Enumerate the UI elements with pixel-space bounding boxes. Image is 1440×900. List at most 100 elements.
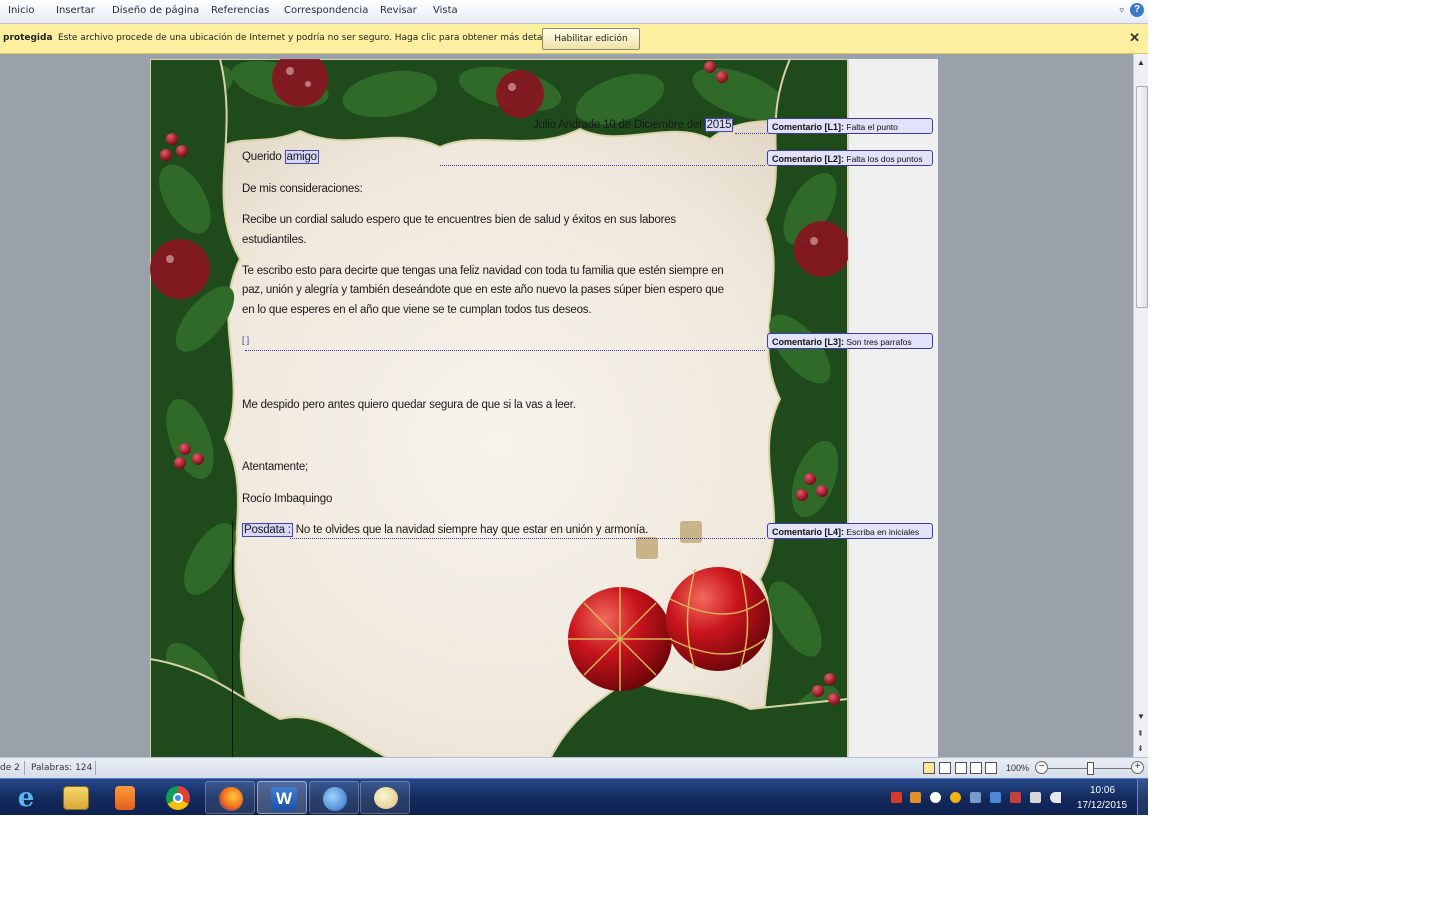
comment-label: Comentario [L4]: xyxy=(772,527,844,537)
tray-bluetooth-icon[interactable] xyxy=(990,792,1001,803)
scrollbar-thumb[interactable] xyxy=(1136,86,1148,308)
ribbon-tab-bar: Inicio Insertar Diseño de página Referen… xyxy=(0,0,1148,24)
internet-explorer-icon: e xyxy=(17,783,35,813)
comment-connector-4 xyxy=(290,538,765,539)
tab-inicio[interactable]: Inicio xyxy=(8,5,34,16)
tab-revisar[interactable]: Revisar xyxy=(380,5,417,16)
tray-update-icon[interactable] xyxy=(930,792,941,803)
tab-referencias[interactable]: Referencias xyxy=(211,5,269,16)
tray-device-icon[interactable] xyxy=(970,792,981,803)
greeting-word-highlight[interactable]: amigo xyxy=(284,150,319,164)
tray-ps-icon[interactable] xyxy=(910,792,921,803)
comment-balloon-1[interactable]: Comentario [L1]: Falta el punto xyxy=(767,118,933,134)
draft-view-icon[interactable] xyxy=(985,762,997,774)
comment-balloon-3[interactable]: Comentario [L3]: Son tres parrafos xyxy=(767,333,933,349)
zoom-slider-thumb[interactable] xyxy=(1087,762,1094,775)
taskbar-internet-explorer[interactable]: e xyxy=(0,781,50,814)
comment-connector-1 xyxy=(735,133,767,134)
tab-correspondencia[interactable]: Correspondencia xyxy=(284,5,368,16)
status-bar: de 2 Palabras: 124 100% − + xyxy=(0,757,1148,779)
protected-view-title: protegida xyxy=(3,33,53,43)
comment-text: Escriba en iniciales xyxy=(846,527,920,537)
zoom-level[interactable]: 100% xyxy=(1006,763,1029,773)
paragraph1-line1[interactable]: Recibe un cordial saludo espero que te e… xyxy=(242,214,676,226)
protected-view-message[interactable]: Este archivo procede de una ubicación de… xyxy=(58,33,561,43)
print-layout-view-icon[interactable] xyxy=(923,762,935,774)
signature-line[interactable]: Rocío Imbaquingo xyxy=(242,493,332,505)
date-line-text: Julio Andrade 10 de Diciembre del xyxy=(533,119,705,131)
next-page-icon[interactable]: ⇟ xyxy=(1137,744,1144,753)
paragraph1-line2[interactable]: estudiantiles. xyxy=(242,234,307,246)
show-desktop-button[interactable] xyxy=(1137,779,1148,815)
help-icon[interactable]: ? xyxy=(1130,3,1144,17)
paint-palette-icon xyxy=(374,787,398,809)
tab-insertar[interactable]: Insertar xyxy=(56,5,95,16)
web-layout-icon[interactable] xyxy=(955,762,967,774)
greeting-text: Querido xyxy=(242,151,285,163)
taskbar-paint[interactable] xyxy=(360,781,410,814)
media-player-icon xyxy=(115,786,135,810)
postscript-line[interactable]: Posdata : No te olvides que la navidad s… xyxy=(242,523,649,537)
postscript-text: No te olvides que la navidad siempre hay… xyxy=(292,524,649,536)
taskbar-file-explorer[interactable] xyxy=(50,781,100,814)
comment-connector-3 xyxy=(245,350,765,351)
tray-action-center-icon[interactable] xyxy=(1010,792,1021,803)
scroll-up-icon[interactable]: ▲ xyxy=(1137,58,1145,67)
comment-connector-2 xyxy=(440,165,765,166)
previous-page-icon[interactable]: ⇞ xyxy=(1137,729,1144,738)
network-app-icon xyxy=(323,787,347,811)
greeting-line[interactable]: Querido amigo xyxy=(242,150,319,164)
ribbon-controls: ▿ ? xyxy=(1119,3,1144,17)
full-screen-reading-icon[interactable] xyxy=(939,762,951,774)
clock-time[interactable]: 10:06 xyxy=(1090,785,1115,796)
status-divider xyxy=(95,761,96,775)
paragraph2-line2[interactable]: paz, unión y alegría y también deseándot… xyxy=(242,284,724,296)
tab-diseno-de-pagina[interactable]: Diseño de página xyxy=(112,5,199,16)
taskbar-word[interactable]: W xyxy=(257,781,307,814)
tray-security-icon[interactable] xyxy=(950,792,961,803)
screen: Inicio Insertar Diseño de página Referen… xyxy=(0,0,1148,815)
taskbar: e W 10:06 17/12/2015 xyxy=(0,778,1148,815)
volume-icon[interactable] xyxy=(1050,792,1061,803)
document-page[interactable]: Julio Andrade 10 de Diciembre del 2015 Q… xyxy=(150,59,848,759)
word-count[interactable]: Palabras: 124 xyxy=(31,763,92,773)
comment-balloon-4[interactable]: Comentario [L4]: Escriba en iniciales xyxy=(767,523,933,539)
date-line[interactable]: Julio Andrade 10 de Diciembre del 2015 xyxy=(533,118,734,132)
tray-power-icon[interactable] xyxy=(1030,792,1041,803)
taskbar-network-app[interactable] xyxy=(309,781,359,814)
protected-view-bar: protegida Este archivo procede de una ub… xyxy=(0,24,1148,54)
taskbar-media-player[interactable] xyxy=(100,781,150,814)
zoom-out-icon[interactable]: − xyxy=(1035,761,1048,774)
close-icon[interactable]: ✕ xyxy=(1129,30,1140,46)
postscript-label-highlight[interactable]: Posdata : xyxy=(242,523,293,537)
taskbar-firefox[interactable] xyxy=(205,781,255,814)
zoom-in-icon[interactable]: + xyxy=(1131,761,1144,774)
date-year-highlight[interactable]: 2015 xyxy=(704,118,734,132)
comment-label: Comentario [L3]: xyxy=(772,337,844,347)
comment-balloon-2[interactable]: Comentario [L2]: Falta los dos puntos xyxy=(767,150,933,166)
empty-comment-marker[interactable]: [ ] xyxy=(242,335,249,345)
chrome-icon xyxy=(166,786,190,810)
tray-flash-icon[interactable] xyxy=(891,792,902,803)
page-count[interactable]: de 2 xyxy=(0,763,20,773)
vertical-scrollbar[interactable]: ▲ ▼ ⇞ ⇟ xyxy=(1133,54,1148,757)
closing-line[interactable]: Atentamente; xyxy=(242,461,308,473)
folder-icon xyxy=(63,786,89,810)
comment-text: Son tres parrafos xyxy=(846,337,912,347)
enable-editing-button[interactable]: Habilitar edición xyxy=(542,28,640,50)
farewell-line[interactable]: Me despido pero antes quiero quedar segu… xyxy=(242,399,576,411)
clock-date[interactable]: 17/12/2015 xyxy=(1077,800,1127,811)
status-divider xyxy=(24,761,25,775)
word-icon: W xyxy=(271,787,297,811)
outline-view-icon[interactable] xyxy=(970,762,982,774)
paragraph2-line1[interactable]: Te escribo esto para decirte que tengas … xyxy=(242,265,724,277)
firefox-icon xyxy=(219,787,243,811)
taskbar-chrome[interactable] xyxy=(153,781,203,814)
minimize-ribbon-icon[interactable]: ▿ xyxy=(1119,5,1124,16)
left-margin-line xyxy=(232,521,233,759)
considerations-line[interactable]: De mis consideraciones: xyxy=(242,183,363,195)
paragraph2-line3[interactable]: en lo que esperes en el año que viene se… xyxy=(242,304,592,316)
comment-label: Comentario [L2]: xyxy=(772,154,844,164)
tab-vista[interactable]: Vista xyxy=(433,5,458,16)
scroll-down-icon[interactable]: ▼ xyxy=(1137,712,1145,721)
